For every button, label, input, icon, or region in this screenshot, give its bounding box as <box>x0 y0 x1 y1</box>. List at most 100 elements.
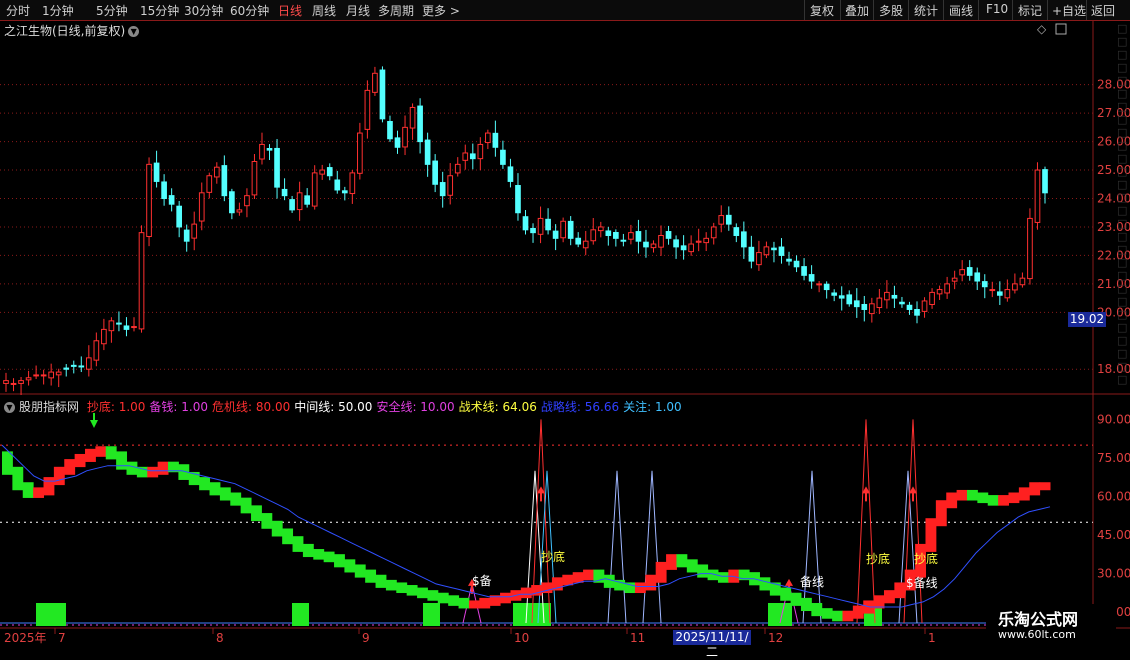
candle-body <box>650 243 657 249</box>
signal-spike <box>898 470 918 624</box>
tactical-line-segment <box>883 590 895 604</box>
signal-annotation: $备线 <box>906 576 938 590</box>
tactical-line-segment <box>313 549 325 560</box>
signal-spike <box>607 470 627 624</box>
candle-body <box>101 328 107 345</box>
tactical-line-segment <box>365 569 377 583</box>
tactical-line-segment <box>676 554 688 568</box>
candle-body <box>432 160 438 185</box>
tactical-line-segment <box>448 595 460 606</box>
candle-body <box>597 226 604 232</box>
tactical-line-segment <box>116 451 128 470</box>
tactical-line-segment <box>572 572 584 583</box>
candle-body <box>778 246 785 256</box>
candle-body <box>876 297 883 309</box>
candle-body <box>793 260 800 268</box>
tactical-line-segment <box>33 487 45 498</box>
candle-body <box>552 230 559 239</box>
candle-body <box>628 232 634 240</box>
tactical-line-segment <box>354 564 366 578</box>
tactical-line-segment <box>458 597 470 609</box>
candle-body <box>85 357 92 370</box>
tactical-line-segment <box>199 477 211 491</box>
signal-annotation: 抄底 <box>914 552 939 566</box>
candle-body <box>33 374 39 377</box>
x-tick-label: 8 <box>216 631 224 645</box>
candle-body <box>582 240 589 249</box>
candle-body <box>138 232 145 330</box>
candle-body <box>741 231 747 248</box>
candle-body <box>748 246 755 262</box>
tactical-line-segment <box>261 513 273 529</box>
candle-body <box>266 147 273 151</box>
candle-body <box>55 371 62 376</box>
tactical-line-segment <box>1039 482 1051 491</box>
tactical-line-segment <box>323 551 335 563</box>
candle-body <box>454 163 461 174</box>
candle-body <box>236 209 243 213</box>
candle-body <box>409 106 416 129</box>
candle-body <box>620 239 627 242</box>
candle-body <box>816 283 822 286</box>
candle-body <box>981 281 988 288</box>
candle-body <box>281 188 288 197</box>
candle-body <box>48 371 55 379</box>
tactical-line-segment <box>385 579 397 591</box>
candle-body <box>469 153 476 160</box>
tactical-line-segment <box>251 505 262 522</box>
tactical-line-segment <box>634 582 646 594</box>
tactical-line-segment <box>1018 487 1030 501</box>
candle-body <box>213 166 220 178</box>
tactical-line-segment <box>780 587 792 601</box>
indicator-tick-label: 90.00 <box>1097 412 1130 426</box>
candle-body <box>929 291 935 306</box>
tactical-line-segment <box>147 466 159 478</box>
candle-body <box>319 169 326 175</box>
tactical-line-segment <box>1029 482 1041 496</box>
candle-body <box>846 294 853 305</box>
legend-item: 关注: 1.00 <box>623 400 682 414</box>
candle-body <box>1019 277 1026 286</box>
candle-body <box>18 380 24 384</box>
watermark-url: www.60lt.com <box>998 628 1076 641</box>
tactical-line-segment <box>334 554 345 568</box>
signal-spike <box>903 419 923 624</box>
tactical-line-segment <box>894 582 906 599</box>
legend-item: 战术线: 64.06 <box>458 400 537 414</box>
tactical-line-segment <box>240 497 252 514</box>
tactical-line-segment <box>790 592 802 606</box>
candle-body <box>921 300 928 312</box>
candle-body <box>462 152 469 161</box>
legend-item: 抄底: 1.00 <box>86 400 146 414</box>
candle-body <box>725 214 732 225</box>
candle-body <box>522 216 529 231</box>
candle-body <box>560 220 566 239</box>
legend-item: 危机线: 80.00 <box>212 400 291 414</box>
hover-date-tag: 2025/11/11/二 <box>673 630 751 659</box>
candle-body <box>70 364 77 367</box>
signal-annotation: 抄底 <box>866 552 891 566</box>
candle-body <box>372 72 378 93</box>
candle-body <box>341 190 348 194</box>
candle-body <box>387 121 393 140</box>
candle-body <box>951 277 958 282</box>
tactical-line-segment <box>95 446 107 457</box>
candle-body <box>530 227 536 234</box>
candle-body <box>823 283 830 291</box>
chevron-down-icon[interactable]: ▼ <box>4 402 15 413</box>
candle-body <box>545 218 551 231</box>
candle-body <box>394 137 401 148</box>
signal-block <box>36 603 66 626</box>
candle-body <box>123 325 130 330</box>
tactical-line-segment <box>292 536 304 552</box>
tactical-line-segment <box>946 492 958 509</box>
indicator-name[interactable]: 股朋指标网 <box>19 400 79 414</box>
tactical-line-segment <box>873 595 885 609</box>
indicator-legend: ▼ 股朋指标网 抄底: 1.00 备钱: 1.00 危机线: 80.00 中间线: 50… <box>4 398 690 415</box>
candle-body <box>507 166 514 182</box>
signal-spike <box>856 419 876 624</box>
candle-body <box>914 309 920 316</box>
candle-body <box>259 143 265 160</box>
candle-body <box>899 301 905 305</box>
candle-body <box>244 195 250 207</box>
